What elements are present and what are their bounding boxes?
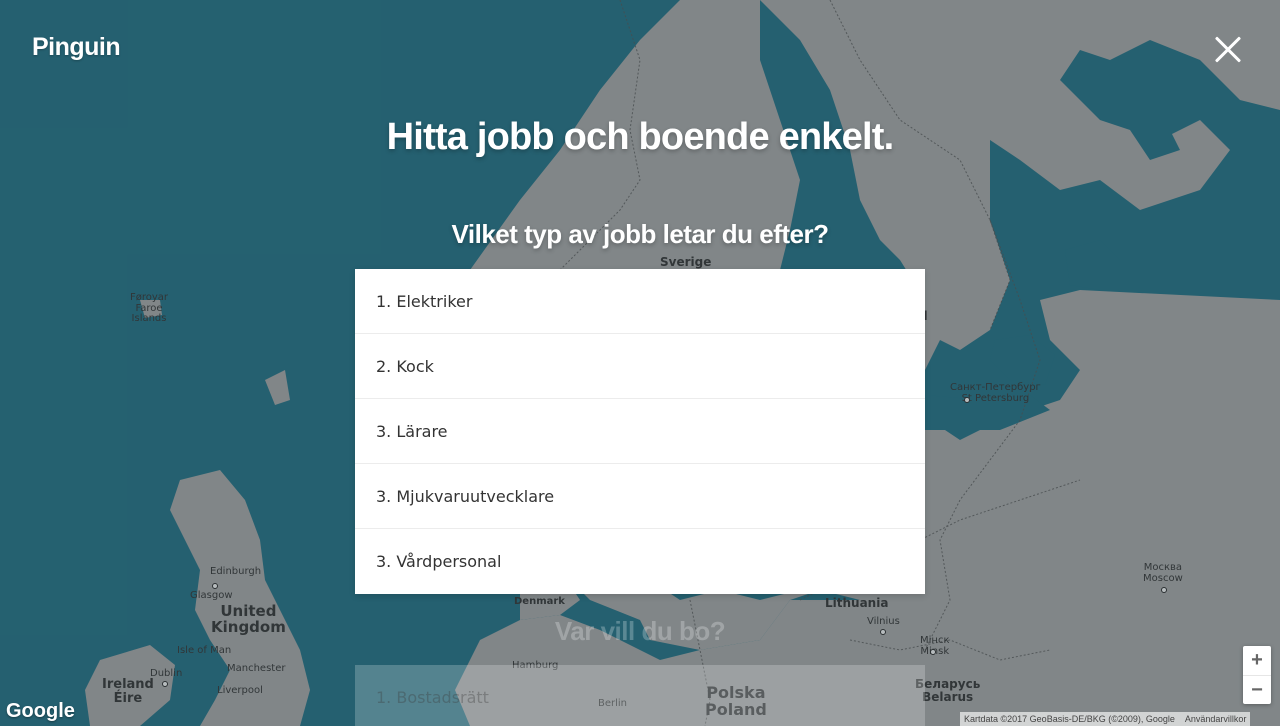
google-logo: Google bbox=[6, 700, 75, 722]
map-zoom-control: + − bbox=[1243, 646, 1271, 704]
job-option-kock[interactable]: 2. Kock bbox=[355, 334, 925, 399]
job-option-elektriker[interactable]: 1. Elektriker bbox=[355, 269, 925, 334]
job-question: Vilket typ av jobb letar du efter? bbox=[451, 219, 829, 249]
map-terms-link[interactable]: Användarvillkor bbox=[1185, 714, 1247, 724]
job-options-list: 1. Elektriker 2. Kock 3. Lärare 3. Mjukv… bbox=[355, 269, 925, 594]
close-icon[interactable] bbox=[1206, 28, 1250, 72]
housing-option-bostadsratt[interactable]: 1. Bostadsrätt bbox=[355, 665, 925, 726]
zoom-out-button[interactable]: − bbox=[1243, 675, 1271, 704]
housing-question: Var vill du bo? bbox=[554, 616, 726, 646]
job-option-vardpersonal[interactable]: 3. Vårdpersonal bbox=[355, 529, 925, 594]
job-option-larare[interactable]: 3. Lärare bbox=[355, 399, 925, 464]
page-headline: Hitta jobb och boende enkelt. bbox=[386, 116, 895, 158]
map-attribution: Kartdata ©2017 GeoBasis-DE/BKG (©2009), … bbox=[960, 712, 1251, 726]
map-attribution-text: Kartdata ©2017 GeoBasis-DE/BKG (©2009), … bbox=[964, 714, 1175, 724]
housing-options-list: 1. Bostadsrätt bbox=[355, 665, 925, 726]
app-logo[interactable]: Pinguin bbox=[32, 33, 121, 62]
zoom-in-button[interactable]: + bbox=[1243, 646, 1271, 675]
job-option-mjukvaruutvecklare[interactable]: 3. Mjukvaruutvecklare bbox=[355, 464, 925, 529]
